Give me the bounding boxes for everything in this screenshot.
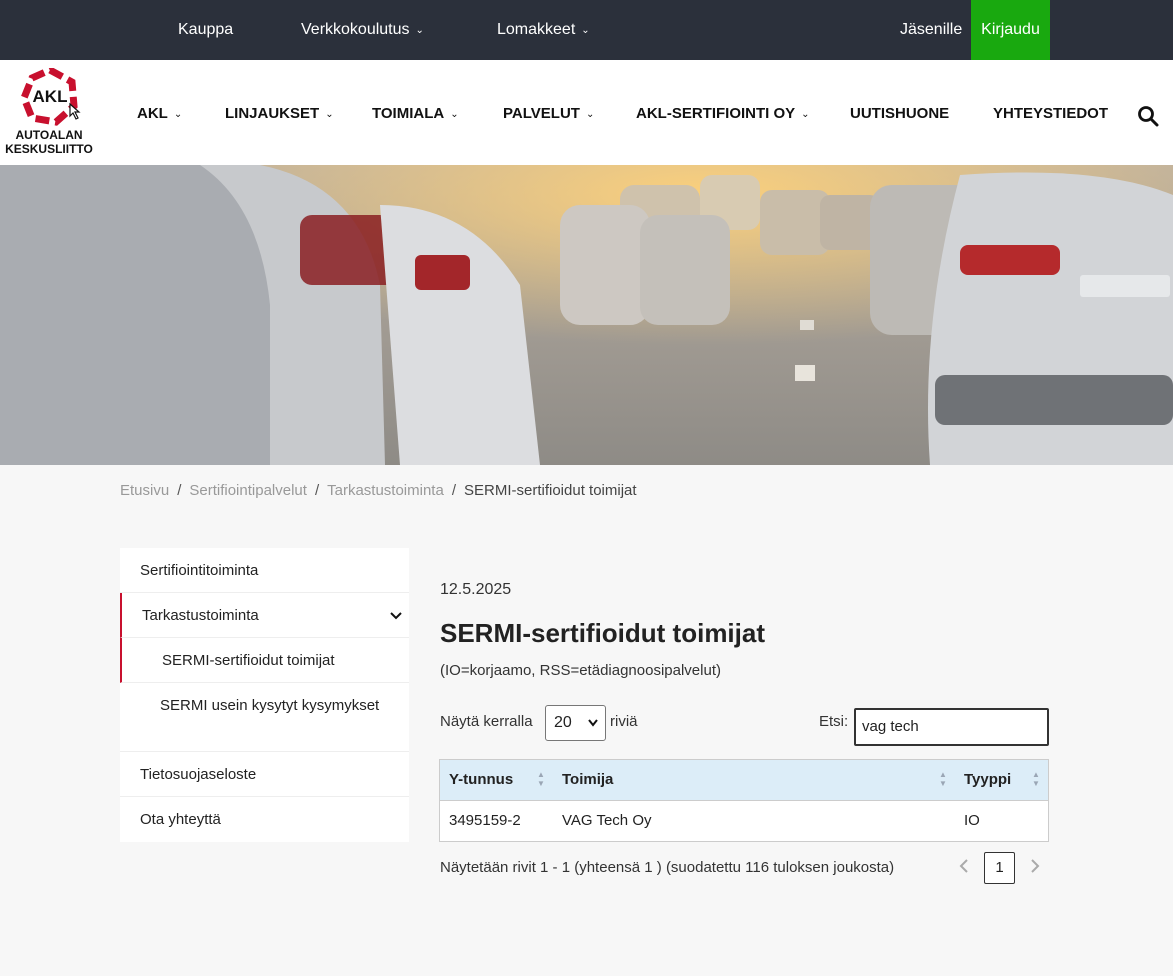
- sidebar-item-tietosuojaseloste[interactable]: Tietosuojaseloste: [120, 752, 409, 797]
- page-length-label: Näytä kerralla: [440, 713, 533, 730]
- chevron-down-icon: ⌄: [801, 109, 810, 120]
- akl-logo-mark: AKL: [20, 66, 81, 126]
- column-header-y-tunnus[interactable]: Y-tunnus: [449, 760, 513, 800]
- chevron-down-icon: ⌄: [325, 109, 334, 120]
- results-table: Y-tunnus ▲ ▼ Toimija ▲ ▼ Tyyppi ▲ ▼ 3495159…: [439, 759, 1049, 842]
- topbar-link-verkkokoulutus[interactable]: Verkkokoulutus ⌄: [301, 0, 424, 60]
- search-input[interactable]: vag tech: [854, 708, 1049, 746]
- cell-toimija: VAG Tech Oy: [562, 812, 652, 829]
- topbar-link-members[interactable]: Jäsenille: [900, 0, 962, 60]
- svg-text:AKL: AKL: [33, 87, 68, 106]
- topbar-link-kauppa[interactable]: Kauppa: [178, 0, 233, 60]
- nav-palvelut[interactable]: PALVELUT ⌄: [503, 60, 594, 165]
- chevron-down-icon: ⌄: [173, 109, 183, 120]
- publish-date: 12.5.2025: [440, 581, 512, 598]
- sidebar-item-sermi-faq[interactable]: SERMI usein kysytyt kysymykset: [120, 683, 409, 752]
- breadcrumb-tarkastustoiminta[interactable]: Tarkastustoiminta: [327, 482, 444, 499]
- search-label: Etsi:: [819, 713, 849, 730]
- breadcrumb: Etusivu / Sertifiointipalvelut / Tarkastusto…: [120, 482, 637, 499]
- table-row: 3495159-2 VAG Tech Oy IO: [440, 801, 1048, 841]
- chevron-down-icon: [587, 706, 599, 754]
- topbar-link-lomakkeet[interactable]: Lomakkeet ⌄: [497, 0, 590, 60]
- chevron-down-icon: ⌄: [450, 109, 459, 120]
- login-button[interactable]: Kirjaudu: [971, 0, 1050, 60]
- page-number-button[interactable]: 1: [984, 852, 1015, 884]
- search-icon[interactable]: [1136, 104, 1160, 128]
- rows-label: riviä: [610, 713, 638, 730]
- top-bar: Kauppa Verkkokoulutus ⌄ Lomakkeet ⌄ Jäseni…: [0, 0, 1173, 60]
- table-header: Y-tunnus ▲ ▼ Toimija ▲ ▼ Tyyppi ▲ ▼: [440, 760, 1048, 801]
- previous-page-icon[interactable]: [958, 856, 970, 881]
- chevron-down-icon: ⌄: [585, 109, 595, 120]
- next-page-icon[interactable]: [1029, 856, 1041, 881]
- page-length-select[interactable]: 20: [545, 705, 606, 741]
- cell-y-tunnus: 3495159-2: [449, 812, 521, 829]
- breadcrumb-current: SERMI-sertifioidut toimijat: [464, 482, 637, 499]
- nav-linjaukset[interactable]: LINJAUKSET ⌄: [225, 60, 334, 165]
- table-info: Näytetään rivit 1 - 1 (yhteensä 1 ) (suo…: [440, 859, 895, 876]
- sidebar-item-tarkastustoiminta[interactable]: Tarkastustoiminta: [120, 593, 409, 638]
- column-header-tyyppi[interactable]: Tyyppi: [964, 760, 1011, 800]
- chevron-down-icon: ⌄: [415, 25, 424, 36]
- hero-image: [0, 165, 1173, 465]
- sidebar-item-sertifiointitoiminta[interactable]: Sertifiointitoiminta: [120, 548, 409, 593]
- breadcrumb-sertifiointipalvelut[interactable]: Sertifiointipalvelut: [189, 482, 307, 499]
- nav-akl[interactable]: AKL ⌄: [137, 60, 182, 165]
- nav-uutishuone[interactable]: UUTISHUONE: [850, 60, 949, 165]
- sort-icon[interactable]: ▲ ▼: [537, 770, 547, 788]
- sidebar-item-sermi-toimijat[interactable]: SERMI-sertifioidut toimijat: [120, 638, 409, 683]
- nav-toimiala[interactable]: TOIMIALA ⌄: [372, 60, 459, 165]
- traffic-photo: [0, 165, 1173, 465]
- sort-icon[interactable]: ▲ ▼: [939, 770, 949, 788]
- column-header-toimija[interactable]: Toimija: [562, 760, 613, 800]
- chevron-down-icon: ⌄: [581, 25, 590, 36]
- nav-akl-sertifiointi[interactable]: AKL-SERTIFIOINTI OY ⌄: [636, 60, 810, 165]
- main-header: AKL AUTOALAN KESKUSLIITTO AKL ⌄ LINJAUKSE…: [0, 60, 1173, 165]
- cell-tyyppi: IO: [964, 812, 980, 829]
- breadcrumb-etusivu[interactable]: Etusivu: [120, 482, 169, 499]
- page-title: SERMI-sertifioidut toimijat: [440, 618, 765, 648]
- sidebar: Sertifiointitoiminta Tarkastustoiminta S…: [120, 548, 409, 842]
- logo-text: AUTOALAN KESKUSLIITTO: [5, 128, 93, 156]
- nav-yhteystiedot[interactable]: YHTEYSTIEDOT: [993, 60, 1108, 165]
- chevron-down-icon[interactable]: [389, 593, 403, 638]
- page-subtitle: (IO=korjaamo, RSS=etädiagnoosipalvelut): [440, 662, 721, 679]
- sort-icon[interactable]: ▲ ▼: [1032, 770, 1042, 788]
- sidebar-item-ota-yhteytta[interactable]: Ota yhteyttä: [120, 797, 409, 842]
